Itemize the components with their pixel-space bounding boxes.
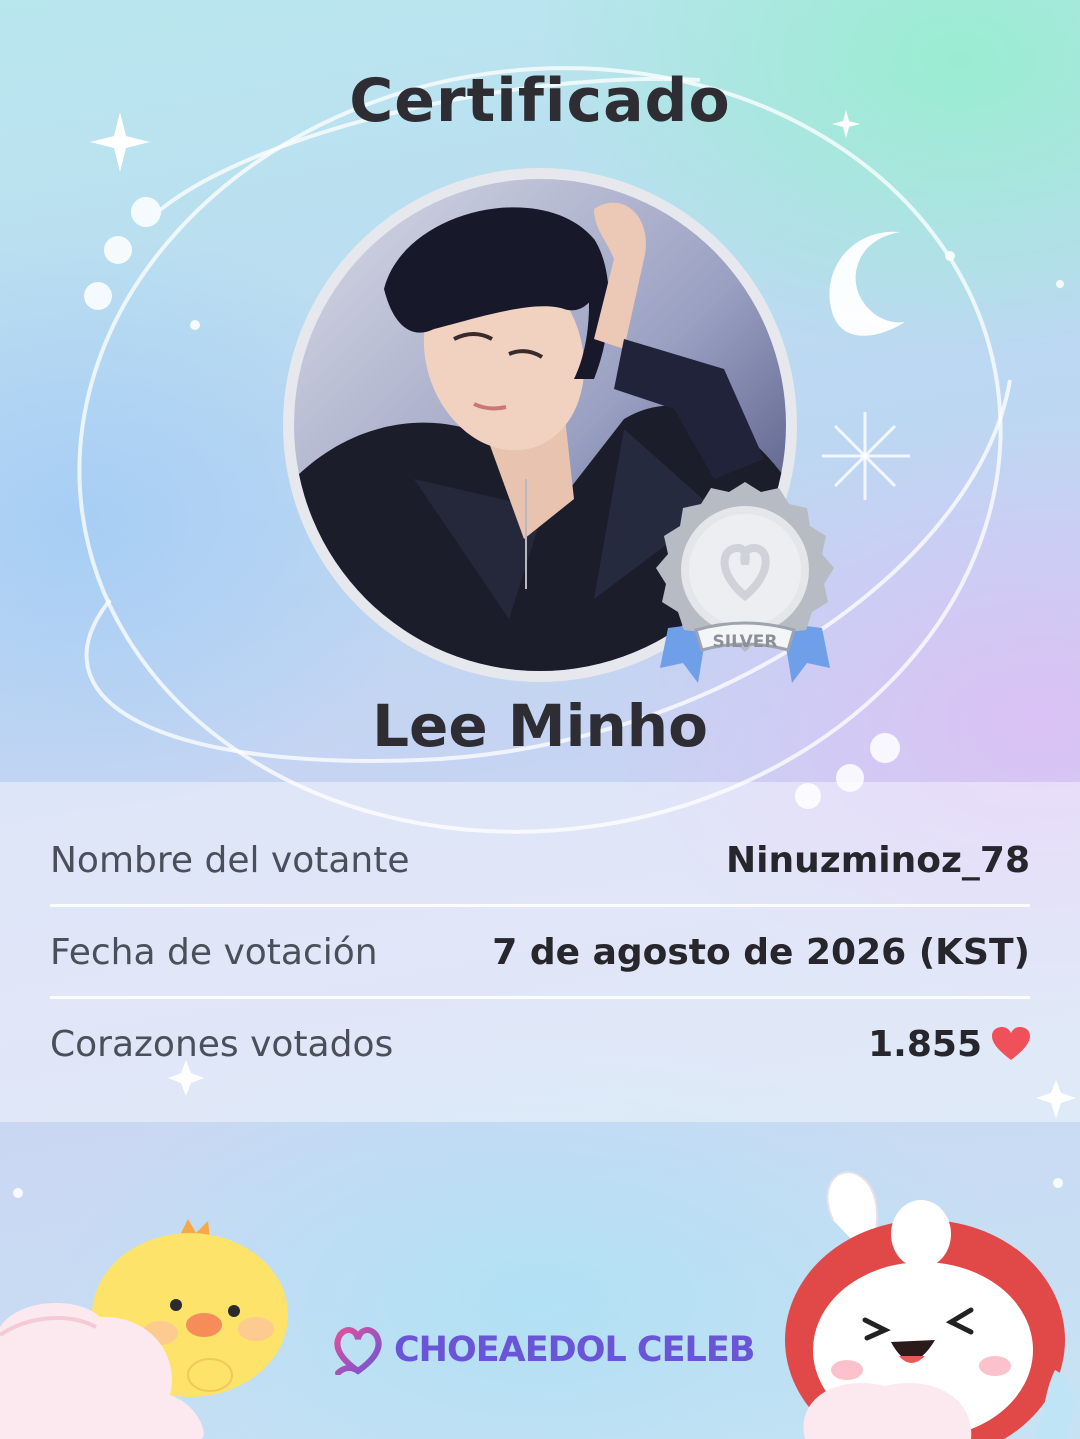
celebrity-name: Lee Minho [372, 692, 708, 760]
chick-mascot [0, 1219, 288, 1439]
voter-value: Ninuzminoz_78 [726, 839, 1030, 881]
hearts-value-group: 1.855 [868, 1024, 1030, 1065]
hearts-row: Corazones votados 1.855 [50, 998, 1030, 1090]
brand-logo: CHOEAEDOL CELEB [330, 1322, 755, 1378]
heart-icon [992, 1027, 1030, 1060]
hearts-value: 1.855 [868, 1023, 982, 1065]
voter-row: Nombre del votante Ninuzminoz_78 [50, 814, 1030, 906]
date-label: Fecha de votación [50, 931, 378, 973]
bunny-mascot [785, 1171, 1074, 1439]
brand-name: CHOEAEDOL CELEB [394, 1330, 755, 1370]
hearts-label: Corazones votados [50, 1023, 394, 1065]
date-value: 7 de agosto de 2026 (KST) [492, 931, 1030, 973]
silver-medal-icon: SILVER [656, 482, 834, 683]
voter-label: Nombre del votante [50, 839, 410, 881]
certificate-title: Certificado [349, 66, 731, 136]
moon-icon [829, 231, 905, 336]
date-row: Fecha de votación 7 de agosto de 2026 (K… [50, 906, 1030, 998]
svg-text:SILVER: SILVER [713, 632, 778, 652]
brand-logo-icon [334, 1327, 382, 1375]
